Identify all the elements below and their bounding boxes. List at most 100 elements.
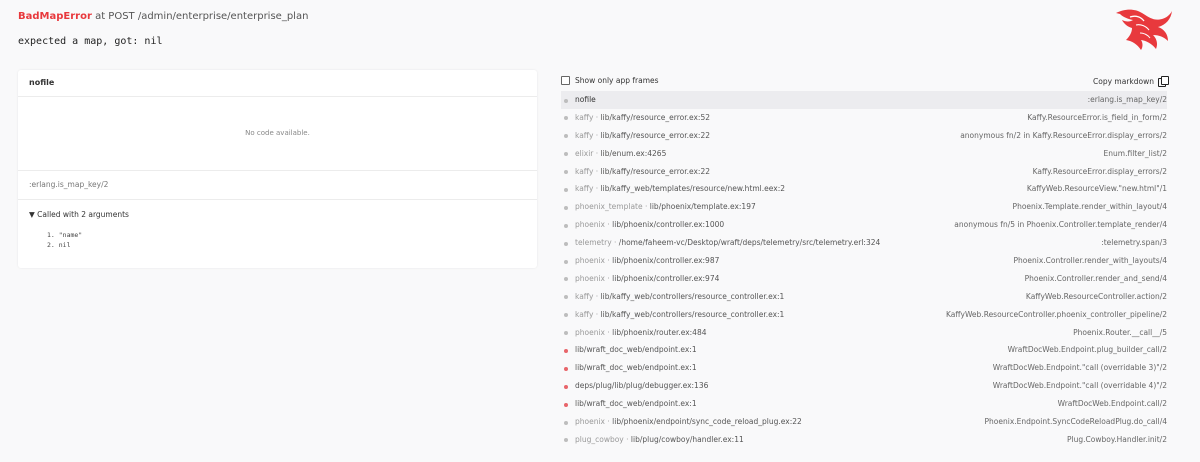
- stack-frame[interactable]: elixir · lib/enum.ex:4265 Enum.filter_lis…: [561, 145, 1167, 163]
- frame-app: phoenix: [575, 256, 605, 266]
- frame-function: KaffyWeb.ResourceView."new.html"/1: [1026, 184, 1167, 194]
- frame-app: phoenix: [575, 417, 605, 427]
- stack-frame[interactable]: phoenix · lib/phoenix/controller.ex:1000…: [561, 216, 1167, 234]
- frame-separator: ·: [593, 291, 601, 301]
- stack-frame[interactable]: deps/plug/lib/plug/debugger.ex:136 WraftD…: [561, 377, 1167, 395]
- frame-location: plug_cowboy · lib/plug/cowboy/handler.ex…: [575, 431, 744, 449]
- app-frame-dot-icon: [564, 384, 568, 389]
- stack-frame[interactable]: kaffy · lib/kaffy_web/controllers/resour…: [561, 288, 1167, 306]
- stack-frame[interactable]: lib/wraft_doc_web/endpoint.ex:1 WraftDocW…: [561, 395, 1167, 413]
- frame-location: phoenix · lib/phoenix/controller.ex:1000: [575, 216, 724, 234]
- frame-app: kaffy: [575, 112, 594, 122]
- frame-app: elixir: [575, 148, 594, 158]
- frame-location: lib/wraft_doc_web/endpoint.ex:1: [575, 341, 697, 359]
- frame-separator: ·: [593, 184, 601, 194]
- frame-function: WraftDocWeb.Endpoint."call (overridable …: [992, 381, 1167, 391]
- stack-frame[interactable]: kaffy · lib/kaffy/resource_error.ex:22 Ka…: [561, 163, 1167, 181]
- frame-file: lib/kaffy_web/controllers/resource_contr…: [600, 309, 785, 319]
- stack-frame[interactable]: kaffy · lib/kaffy/resource_error.ex:22 an…: [561, 127, 1167, 145]
- frame-location: kaffy · lib/kaffy/resource_error.ex:52: [575, 109, 710, 127]
- frame-function: Phoenix.Router.__call__/5: [1073, 327, 1167, 337]
- lib-frame-dot-icon: [564, 205, 568, 210]
- frame-file: lib/wraft_doc_web/endpoint.ex:1: [575, 363, 697, 373]
- lib-frame-dot-icon: [564, 295, 568, 300]
- frame-function: :telemetry.span/3: [1101, 238, 1167, 248]
- no-code-message: No code available.: [18, 97, 537, 171]
- lib-frame-dot-icon: [564, 187, 568, 192]
- frame-location: kaffy · lib/kaffy_web/controllers/resour…: [575, 288, 784, 306]
- copy-icon: [1158, 76, 1169, 87]
- frame-function: Phoenix.Controller.render_and_send/4: [1024, 273, 1167, 283]
- frame-function: anonymous fn/2 in Kaffy.ResourceError.di…: [960, 130, 1167, 140]
- stack-frame[interactable]: phoenix_template · lib/phoenix/template.…: [561, 198, 1167, 216]
- frame-file: lib/wraft_doc_web/endpoint.ex:1: [575, 399, 697, 409]
- copy-markdown-label: Copy markdown: [1093, 76, 1154, 86]
- stack-frame[interactable]: lib/wraft_doc_web/endpoint.ex:1 WraftDocW…: [561, 359, 1167, 377]
- lib-frame-dot-icon: [564, 223, 568, 228]
- lib-frame-dot-icon: [564, 170, 568, 175]
- frame-function: Phoenix.Controller.render_with_layouts/4: [1013, 256, 1168, 266]
- frame-separator: ·: [593, 148, 601, 158]
- stack-frame[interactable]: phoenix · lib/phoenix/controller.ex:987 P…: [561, 252, 1167, 270]
- frame-function: Plug.Cowboy.Handler.init/2: [1067, 434, 1167, 444]
- code-panel: nofile No code available. :erlang.is_map…: [18, 70, 537, 268]
- stack-toolbar: Show only app frames Copy markdown: [561, 76, 1169, 88]
- frame-file: /home/faheem-vc/Desktop/wraft/deps/telem…: [618, 238, 881, 248]
- copy-markdown-button[interactable]: Copy markdown: [1093, 76, 1169, 87]
- stack-frame[interactable]: kaffy · lib/kaffy_web/templates/resource…: [561, 180, 1167, 198]
- stack-frame[interactable]: kaffy · lib/kaffy/resource_error.ex:52 Ka…: [561, 109, 1167, 127]
- stack-frame[interactable]: telemetry · /home/faheem-vc/Desktop/wraf…: [561, 234, 1167, 252]
- stack-frame[interactable]: phoenix · lib/phoenix/controller.ex:974 P…: [561, 270, 1167, 288]
- code-panel-file: nofile: [18, 70, 537, 97]
- frame-location: lib/wraft_doc_web/endpoint.ex:1: [575, 359, 697, 377]
- called-with-toggle[interactable]: ▼ Called with 2 arguments: [18, 200, 537, 219]
- show-app-frames-checkbox[interactable]: [561, 76, 570, 85]
- show-app-frames-toggle[interactable]: Show only app frames: [561, 76, 659, 85]
- frame-function: KaffyWeb.ResourceController.phoenix_cont…: [945, 309, 1167, 319]
- app-frame-dot-icon: [564, 402, 568, 407]
- frame-file: lib/wraft_doc_web/endpoint.ex:1: [575, 345, 697, 355]
- frame-location: deps/plug/lib/plug/debugger.ex:136: [575, 377, 708, 395]
- frame-separator: ·: [593, 112, 601, 122]
- frame-function: KaffyWeb.ResourceController.action/2: [1025, 291, 1167, 301]
- lib-frame-dot-icon: [564, 331, 568, 336]
- code-panel-mfa: :erlang.is_map_key/2: [18, 171, 537, 200]
- lib-frame-dot-icon: [564, 438, 568, 443]
- frame-function: Enum.filter_list/2: [1103, 148, 1167, 158]
- frame-file: lib/plug/cowboy/handler.ex:11: [630, 434, 744, 444]
- error-type: BadMapError: [18, 11, 92, 22]
- app-frame-dot-icon: [564, 348, 568, 353]
- request-info: at POST /admin/enterprise/enterprise_pla…: [91, 11, 309, 22]
- lib-frame-dot-icon: [564, 313, 568, 318]
- lib-frame-dot-icon: [564, 420, 568, 425]
- lib-frame-dot-icon: [564, 152, 568, 157]
- frame-file: lib/phoenix/controller.ex:1000: [612, 220, 725, 230]
- stack-frame[interactable]: plug_cowboy · lib/plug/cowboy/handler.ex…: [561, 431, 1167, 449]
- argument-item: 1. "name": [47, 231, 83, 239]
- app-frame-dot-icon: [564, 366, 568, 371]
- frame-file: lib/phoenix/controller.ex:974: [612, 273, 720, 283]
- lib-frame-dot-icon: [564, 134, 568, 139]
- stack-frame[interactable]: phoenix · lib/phoenix/router.ex:484 Phoen…: [561, 324, 1167, 342]
- frame-location: lib/wraft_doc_web/endpoint.ex:1: [575, 395, 697, 413]
- frame-location: phoenix_template · lib/phoenix/template.…: [575, 198, 756, 216]
- frame-app: kaffy: [575, 130, 594, 140]
- frame-separator: ·: [611, 238, 619, 248]
- frame-function: WraftDocWeb.Endpoint.plug_builder_call/2: [1007, 345, 1167, 355]
- frame-function: Phoenix.Endpoint.SyncCodeReloadPlug.do_c…: [984, 417, 1168, 427]
- frame-app: kaffy: [575, 291, 594, 301]
- frame-location: kaffy · lib/kaffy_web/controllers/resour…: [575, 306, 784, 324]
- frame-app: phoenix_template: [575, 202, 643, 212]
- lib-frame-dot-icon: [564, 116, 568, 121]
- frame-file: deps/plug/lib/plug/debugger.ex:136: [575, 381, 709, 391]
- stack-frame[interactable]: lib/wraft_doc_web/endpoint.ex:1 WraftDocW…: [561, 341, 1167, 359]
- frame-file: nofile: [575, 95, 596, 104]
- stack-frame[interactable]: phoenix · lib/phoenix/endpoint/sync_code…: [561, 413, 1167, 431]
- frame-app: plug_cowboy: [575, 434, 624, 444]
- stack-frame[interactable]: kaffy · lib/kaffy_web/controllers/resour…: [561, 306, 1167, 324]
- frame-app: kaffy: [575, 184, 594, 194]
- stack-frame[interactable]: nofile :erlang.is_map_key/2: [561, 91, 1167, 109]
- frame-location: kaffy · lib/kaffy/resource_error.ex:22: [575, 127, 710, 145]
- frame-function: :erlang.is_map_key/2: [1087, 95, 1167, 104]
- frame-file: lib/enum.ex:4265: [600, 148, 667, 158]
